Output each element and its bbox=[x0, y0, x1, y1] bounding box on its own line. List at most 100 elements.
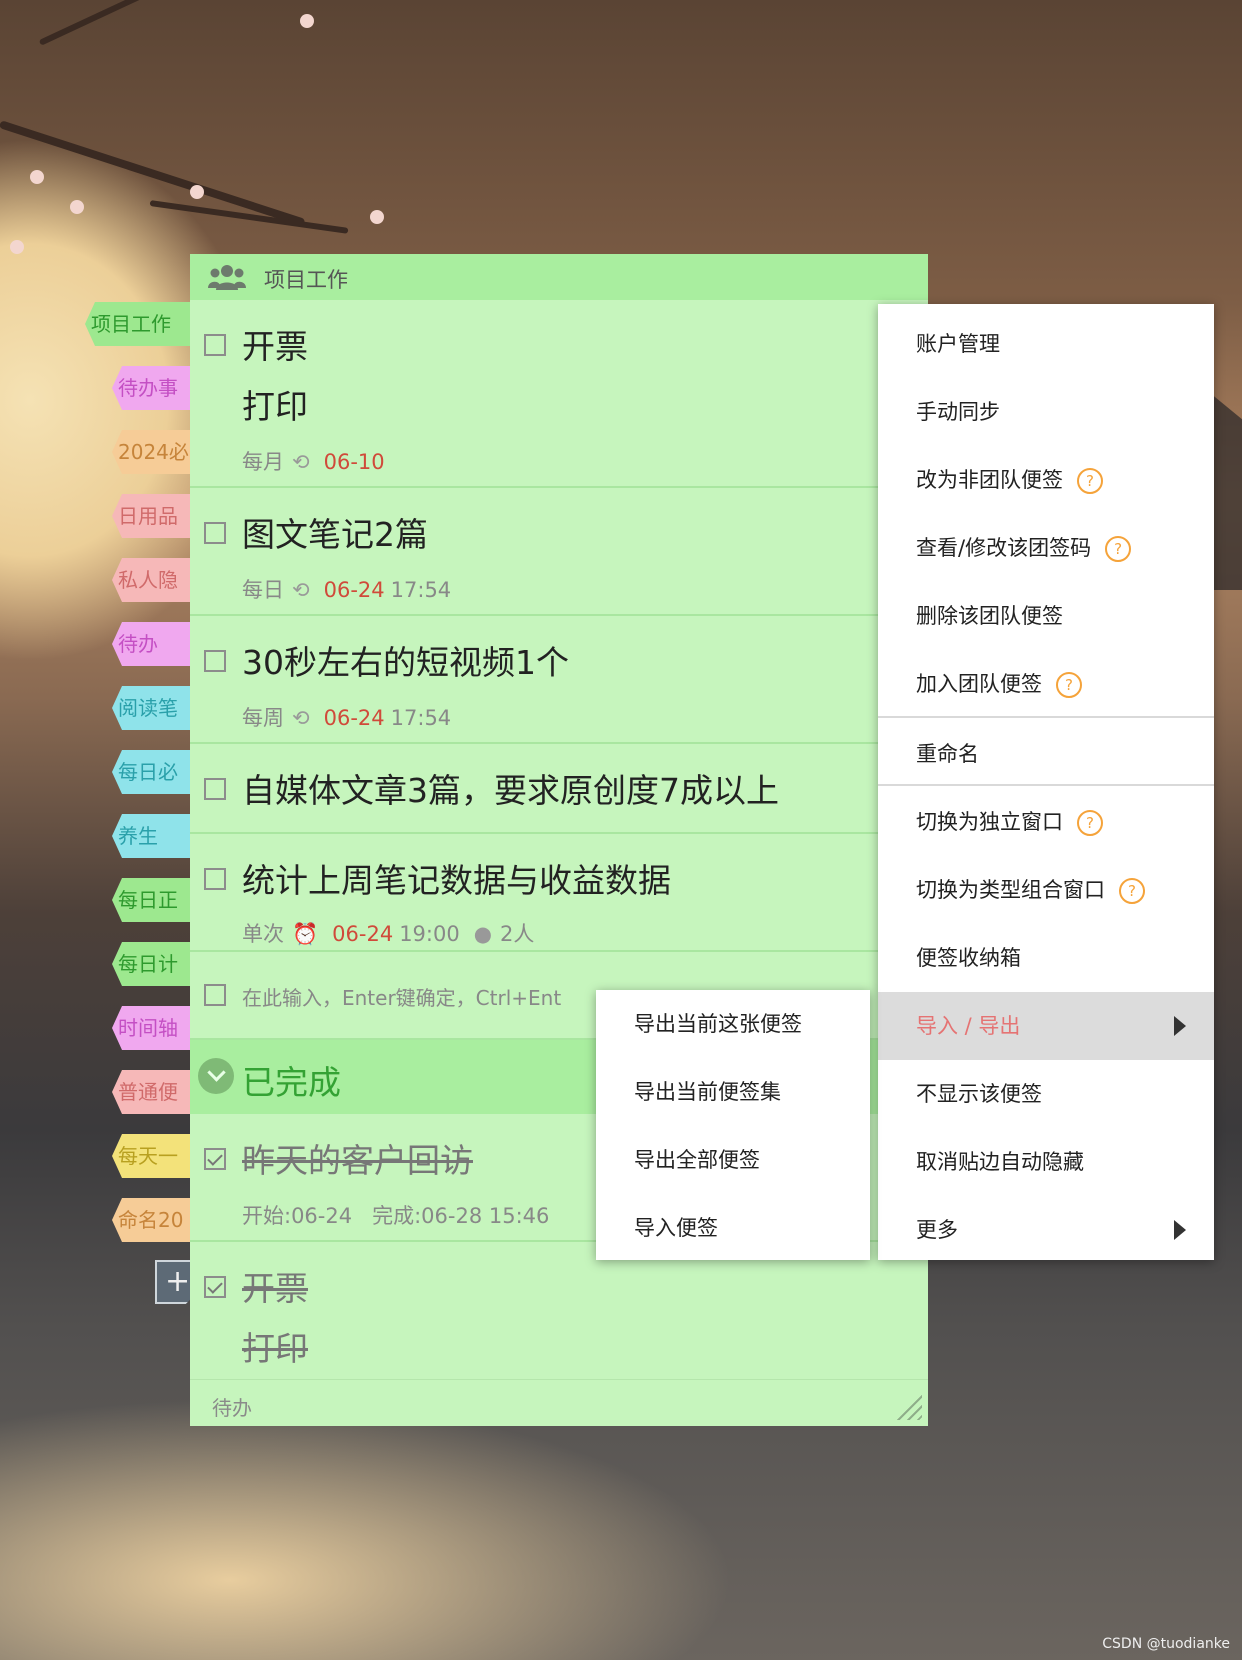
task-title[interactable]: 开票 bbox=[242, 1262, 308, 1310]
task-item[interactable]: 开票 打印 每月 ⟲ 06-10 bbox=[190, 300, 928, 488]
blossom bbox=[70, 200, 84, 214]
task-checkbox-checked[interactable] bbox=[204, 1276, 226, 1298]
help-icon[interactable]: ? bbox=[1119, 878, 1145, 904]
due-date: 06-24 bbox=[323, 706, 385, 730]
category-tab[interactable]: 私人隐 bbox=[112, 558, 192, 602]
menu-item[interactable]: 查看/修改该团签码? bbox=[878, 514, 1214, 582]
menu-item-label: 删除该团队便签 bbox=[916, 604, 1063, 628]
category-tab[interactable]: 每日计 bbox=[112, 942, 192, 986]
menu-item-label: 切换为独立窗口 bbox=[916, 810, 1063, 834]
task-checkbox-checked[interactable] bbox=[204, 1148, 226, 1170]
due-time: 19:00 bbox=[399, 922, 460, 946]
task-checkbox[interactable] bbox=[204, 778, 226, 800]
completed-task-item[interactable]: 开票 打印 bbox=[190, 1242, 928, 1380]
menu-item-label: 便签收纳箱 bbox=[916, 946, 1021, 970]
blossom bbox=[30, 170, 44, 184]
menu-item[interactable]: 更多 bbox=[878, 1196, 1214, 1264]
category-label: 待办 bbox=[212, 1396, 252, 1420]
new-task-input[interactable]: 在此输入，Enter键确定，Ctrl+Ent bbox=[242, 982, 561, 1011]
task-meta: 单次 ⏰ 06-24 19:00 ● 2人 bbox=[242, 918, 534, 948]
help-icon[interactable]: ? bbox=[1077, 810, 1103, 836]
category-tab[interactable]: 养生 bbox=[112, 814, 192, 858]
repeat-label: 单次 bbox=[242, 922, 284, 946]
category-tab[interactable]: 每日正 bbox=[112, 878, 192, 922]
import-export-submenu: 导出当前这张便签 导出当前便签集 导出全部便签 导入便签 bbox=[596, 990, 870, 1260]
blossom bbox=[10, 240, 24, 254]
task-checkbox[interactable] bbox=[204, 868, 226, 890]
menu-item[interactable]: 加入团队便签? bbox=[878, 650, 1214, 718]
submenu-item[interactable]: 导出全部便签 bbox=[596, 1126, 870, 1194]
task-title[interactable]: 昨天的客户回访 bbox=[242, 1134, 473, 1182]
submenu-item[interactable]: 导出当前这张便签 bbox=[596, 990, 870, 1058]
task-title[interactable]: 统计上周笔记数据与收益数据 bbox=[242, 854, 671, 902]
menu-item[interactable]: 重命名 bbox=[878, 720, 1214, 788]
submenu-item[interactable]: 导出当前便签集 bbox=[596, 1058, 870, 1126]
menu-item[interactable]: 账户管理 bbox=[878, 310, 1214, 378]
watermark: CSDN @tuodianke bbox=[1102, 1636, 1230, 1652]
help-icon[interactable]: ? bbox=[1056, 672, 1082, 698]
category-tab[interactable]: 待办 bbox=[112, 622, 192, 666]
member-count: 2人 bbox=[500, 922, 535, 946]
category-tab[interactable]: 时间轴 bbox=[112, 1006, 192, 1050]
menu-item[interactable]: 便签收纳箱 bbox=[878, 924, 1214, 992]
menu-item[interactable]: 切换为独立窗口? bbox=[878, 788, 1214, 856]
repeat-label: 每周 bbox=[242, 706, 284, 730]
menu-item[interactable]: 不显示该便签 bbox=[878, 1060, 1214, 1128]
resize-grip-icon[interactable] bbox=[896, 1394, 922, 1420]
context-menu: 账户管理 手动同步 改为非团队便签? 查看/修改该团签码? 删除该团队便签 加入团队便签?… bbox=[878, 304, 1214, 1260]
menu-item-label: 切换为类型组合窗口 bbox=[916, 878, 1105, 902]
menu-item-label: 加入团队便签 bbox=[916, 672, 1042, 696]
menu-item[interactable]: 取消贴边自动隐藏 bbox=[878, 1128, 1214, 1196]
category-tab[interactable]: 每天一 bbox=[112, 1134, 192, 1178]
task-meta: 每日 ⟲ 06-24 17:54 bbox=[242, 574, 451, 604]
blossom bbox=[300, 14, 314, 28]
task-checkbox[interactable] bbox=[204, 650, 226, 672]
task-item[interactable]: 30秒左右的短视频1个 每周 ⟲ 06-24 17:54 bbox=[190, 616, 928, 744]
task-item[interactable]: 自媒体文章3篇，要求原创度7成以上 bbox=[190, 744, 928, 834]
menu-item-label: 导入 / 导出 bbox=[916, 1014, 1021, 1038]
menu-item[interactable]: 删除该团队便签 bbox=[878, 582, 1214, 650]
due-time: 17:54 bbox=[390, 578, 452, 602]
repeat-label: 每月 bbox=[242, 450, 284, 474]
menu-item-label: 重命名 bbox=[916, 742, 979, 766]
task-subtitle[interactable]: 打印 bbox=[242, 1322, 308, 1370]
menu-separator bbox=[878, 716, 1214, 718]
note-title: 项目工作 bbox=[264, 268, 348, 292]
chevron-down-icon[interactable] bbox=[198, 1058, 234, 1094]
category-tab[interactable]: 每日必 bbox=[112, 750, 192, 794]
finish-date: 完成:06-28 15:46 bbox=[372, 1204, 550, 1228]
task-title[interactable]: 开票 bbox=[242, 320, 308, 368]
task-title[interactable]: 图文笔记2篇 bbox=[242, 508, 428, 556]
task-checkbox[interactable] bbox=[204, 522, 226, 544]
task-item[interactable]: 统计上周笔记数据与收益数据 单次 ⏰ 06-24 19:00 ● 2人 bbox=[190, 834, 928, 952]
help-icon[interactable]: ? bbox=[1105, 536, 1132, 562]
menu-item[interactable]: 切换为类型组合窗口? bbox=[878, 856, 1214, 924]
menu-item[interactable]: 手动同步 bbox=[878, 378, 1214, 446]
category-tab[interactable]: 日用品 bbox=[112, 494, 192, 538]
category-tab[interactable]: 阅读笔 bbox=[112, 686, 192, 730]
menu-item[interactable]: 导入 / 导出 bbox=[878, 992, 1214, 1060]
new-task-checkbox bbox=[204, 984, 226, 1006]
category-tab[interactable]: 命名20 bbox=[112, 1198, 192, 1242]
tree-branch bbox=[0, 120, 306, 227]
repeat-label: 每日 bbox=[242, 578, 284, 602]
task-title[interactable]: 30秒左右的短视频1个 bbox=[242, 636, 569, 684]
category-tab[interactable]: 项目工作 bbox=[85, 302, 195, 346]
help-icon[interactable]: ? bbox=[1077, 468, 1103, 494]
task-checkbox[interactable] bbox=[204, 334, 226, 356]
note-footer: 待办 bbox=[190, 1379, 928, 1426]
task-item[interactable]: 图文笔记2篇 每日 ⟲ 06-24 17:54 bbox=[190, 488, 928, 616]
menu-item[interactable]: 改为非团队便签? bbox=[878, 446, 1214, 514]
task-meta: 开始:06-24 完成:06-28 15:46 bbox=[242, 1200, 549, 1230]
submenu-item[interactable]: 导入便签 bbox=[596, 1194, 870, 1262]
category-tab[interactable]: 普通便 bbox=[112, 1070, 192, 1114]
task-subtitle[interactable]: 打印 bbox=[242, 380, 308, 428]
task-title[interactable]: 自媒体文章3篇，要求原创度7成以上 bbox=[242, 764, 779, 812]
completed-label: 已完成 bbox=[242, 1063, 341, 1102]
submenu-arrow-icon bbox=[1174, 1016, 1186, 1036]
category-tab[interactable]: 待办事 bbox=[112, 366, 192, 410]
note-header[interactable]: 项目工作 bbox=[190, 254, 928, 300]
category-tab[interactable]: 2024必 bbox=[112, 430, 192, 474]
task-meta: 每月 ⟲ 06-10 bbox=[242, 446, 391, 476]
due-date: 06-10 bbox=[323, 450, 385, 474]
